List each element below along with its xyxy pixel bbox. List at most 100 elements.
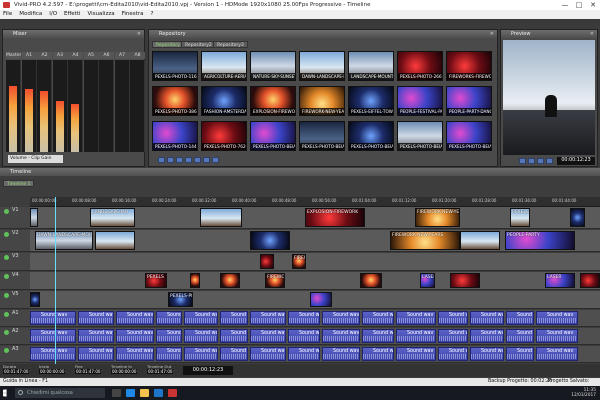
audio-clip[interactable]: Sound wav xyxy=(396,311,436,325)
video-clip[interactable] xyxy=(360,273,382,288)
minimize-icon[interactable]: — xyxy=(558,0,572,10)
track-lane[interactable]: Sound wavSound wavSound wavSound wavSoun… xyxy=(30,328,600,345)
audio-clip[interactable]: Sound wav xyxy=(470,329,504,343)
track-header[interactable]: V3 xyxy=(0,253,30,271)
repository-item[interactable]: AGRICOLTURE-AERIAL xyxy=(201,51,247,81)
menu-visualizza[interactable]: Visualizza xyxy=(88,10,115,19)
audio-clip[interactable]: Sound wav xyxy=(322,347,360,361)
audio-clip[interactable]: Sound wav xyxy=(156,347,182,361)
repository-item[interactable]: PEOPLE-PARTY-DANCING xyxy=(446,86,492,116)
audio-clip[interactable]: Sound wav xyxy=(362,311,394,325)
menu-effetti[interactable]: Effetti xyxy=(64,10,81,19)
repository-tool-button[interactable] xyxy=(158,157,165,163)
menu-io[interactable]: I/O xyxy=(49,10,57,19)
repository-tool-button[interactable] xyxy=(212,157,219,163)
video-clip[interactable]: EXPLOSION-FIREWORK xyxy=(305,208,365,227)
audio-clip[interactable]: Sound wav xyxy=(30,329,76,343)
repository-item[interactable]: PEXELS-PHOTO-BEIAR xyxy=(250,121,296,151)
preview-play-button[interactable] xyxy=(528,158,535,164)
task-view-icon[interactable] xyxy=(112,389,121,397)
tab-repository[interactable]: Repository xyxy=(152,41,184,48)
repository-item[interactable]: PEXELS-PHOTO-266705 xyxy=(397,51,443,81)
audio-clip[interactable]: Sound wav xyxy=(536,329,578,343)
panel-close-icon[interactable]: ✕ xyxy=(490,30,494,38)
audio-clip[interactable]: Sound wav xyxy=(30,311,76,325)
video-clip[interactable] xyxy=(30,208,38,227)
audio-clip[interactable]: Sound wav xyxy=(184,311,218,325)
audio-clip[interactable]: Sound wav xyxy=(116,329,154,343)
taskbar-search[interactable]: Chiedimi qualcosa xyxy=(15,388,105,398)
playhead[interactable] xyxy=(55,197,56,372)
panel-close-icon[interactable]: ✕ xyxy=(590,30,594,38)
close-icon[interactable]: ✕ xyxy=(586,0,600,10)
repository-item[interactable]: FIREWORK-NEW-YEARS xyxy=(299,86,345,116)
video-clip[interactable] xyxy=(570,208,585,227)
preview-rewind-button[interactable] xyxy=(519,158,526,164)
video-clip[interactable]: FIREWORK-NEW-YEARS xyxy=(390,231,460,250)
preview-video[interactable] xyxy=(503,40,595,155)
audio-clip[interactable]: Sound wav xyxy=(156,329,182,343)
mixer-meter[interactable] xyxy=(68,60,83,152)
repository-tool-button[interactable] xyxy=(203,157,210,163)
audio-clip[interactable]: Sound wav xyxy=(470,311,504,325)
track-header[interactable]: A3 xyxy=(0,346,30,363)
video-clip[interactable] xyxy=(460,231,500,250)
mixer-meter[interactable] xyxy=(6,60,21,152)
track-lane[interactable]: Sound wavSound wavSound wavSound wavSoun… xyxy=(30,310,600,327)
video-clip[interactable] xyxy=(310,292,332,307)
timeline-ruler[interactable]: 00:00:00:00 00:00:08:00 00:00:16:00 00:00:2… xyxy=(30,197,600,207)
video-clip[interactable]: FIREWORK-NEW-YE xyxy=(415,208,460,227)
mixer-meter[interactable] xyxy=(52,60,68,152)
repository-item[interactable]: DAWN-LANDSCAPE-MO xyxy=(299,51,345,81)
audio-clip[interactable]: Sound wav xyxy=(78,329,114,343)
track-header[interactable]: V2 xyxy=(0,230,30,252)
video-clip[interactable] xyxy=(580,273,600,288)
video-clip[interactable] xyxy=(30,292,40,307)
video-clip[interactable]: FIREWORK xyxy=(292,254,306,269)
maximize-icon[interactable]: □ xyxy=(572,0,586,10)
track-lane[interactable]: LANDSCAPE-MO EXPLOSION-FIREWORK FIREWORK-N… xyxy=(30,207,600,229)
track-lane[interactable]: Sound wav Sound wav Sound wav Sound wav Soun… xyxy=(30,346,600,363)
menu-finestra[interactable]: Finestra xyxy=(122,10,144,19)
repository-item[interactable]: NATURE-SKY-SUNSET-A xyxy=(250,51,296,81)
file-explorer-icon[interactable] xyxy=(140,389,149,397)
preview-forward-button[interactable] xyxy=(546,158,553,164)
track-visibility-icon[interactable] xyxy=(4,232,9,237)
repository-tool-button[interactable] xyxy=(185,157,192,163)
store-icon[interactable] xyxy=(154,389,163,397)
repository-item[interactable]: PEXELS-EIFFEL-TOWER xyxy=(348,86,394,116)
repository-item[interactable]: PEXELS-PHOTO-76202 xyxy=(201,121,247,151)
track-header[interactable]: V4 xyxy=(0,272,30,290)
mixer-meter[interactable] xyxy=(130,60,145,152)
audio-clip[interactable]: Sound wav xyxy=(438,347,468,361)
video-clip[interactable]: PEXELS xyxy=(145,273,167,288)
repository-tool-button[interactable] xyxy=(176,157,183,163)
track-visibility-icon[interactable] xyxy=(4,274,9,279)
track-lane[interactable]: PEXELS-PHOTO xyxy=(30,291,600,309)
repository-item[interactable]: PEXELS-PHOTO-BEIAR xyxy=(446,121,492,151)
menu-modifica[interactable]: Modifica xyxy=(19,10,42,19)
video-clip[interactable]: LANDSCAPE-MO xyxy=(90,208,135,227)
audio-clip[interactable]: Sound wav xyxy=(156,311,182,325)
audio-clip[interactable]: Sound wav xyxy=(220,329,248,343)
track-header[interactable]: A2 xyxy=(0,328,30,345)
mixer-meter[interactable] xyxy=(83,60,99,152)
vivid-app-icon[interactable] xyxy=(168,389,177,397)
track-visibility-icon[interactable] xyxy=(4,330,9,335)
track-header[interactable]: V1 xyxy=(0,207,30,229)
audio-clip[interactable]: Sound wav xyxy=(438,329,468,343)
tab-repository-2[interactable]: Repository2 xyxy=(181,41,216,48)
audio-clip[interactable]: Sound wav xyxy=(184,329,218,343)
track-visibility-icon[interactable] xyxy=(4,209,9,214)
repository-item[interactable]: PEXELS-PHOTO-144 xyxy=(152,121,198,151)
track-lane[interactable]: FIREWORK xyxy=(30,253,600,271)
repository-item[interactable]: PEXELS-PHOTO-1165884 xyxy=(152,51,198,81)
video-clip[interactable] xyxy=(200,208,242,227)
audio-clip[interactable]: Sound wav xyxy=(322,329,360,343)
taskbar-clock[interactable]: 11:35 12/03/2017 xyxy=(571,388,596,398)
track-visibility-icon[interactable] xyxy=(4,293,9,298)
audio-clip[interactable]: Sound wav xyxy=(30,347,76,361)
video-clip[interactable] xyxy=(260,254,274,269)
audio-clip[interactable]: Sound wav xyxy=(288,329,320,343)
audio-clip[interactable]: Sound wav xyxy=(506,347,534,361)
